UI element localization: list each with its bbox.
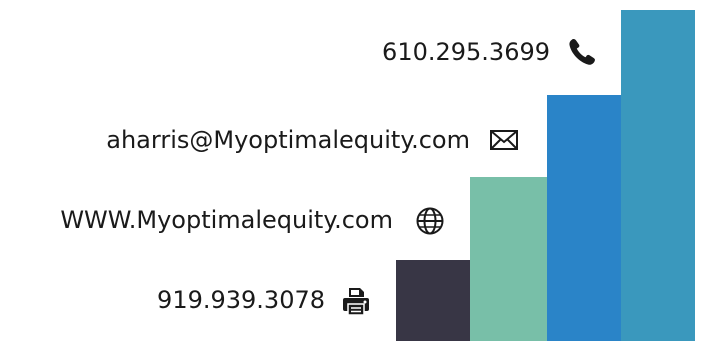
bar-blue <box>547 95 621 341</box>
envelope-icon <box>488 124 520 156</box>
phone-number[interactable]: 610.295.3699 <box>382 37 550 67</box>
bar-dark <box>396 260 470 341</box>
bar-teal <box>621 10 695 341</box>
phone-icon <box>566 36 598 68</box>
printer-icon <box>340 285 372 317</box>
bar-green <box>470 177 547 341</box>
globe-icon <box>414 205 446 237</box>
email-address[interactable]: aharris@Myoptimalequity.com <box>106 125 470 155</box>
fax-number[interactable]: 919.939.3078 <box>157 285 325 315</box>
website-url[interactable]: WWW.Myoptimalequity.com <box>60 205 393 235</box>
